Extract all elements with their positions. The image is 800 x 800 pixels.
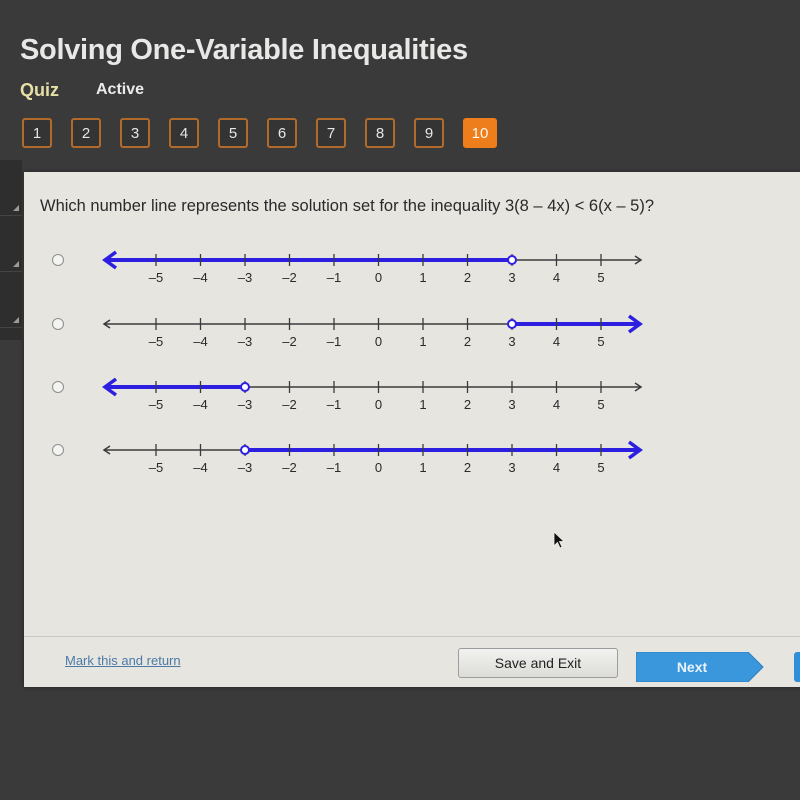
tick-label: 5 [597,334,604,349]
answer-radio[interactable] [52,444,64,456]
corner-triangle-icon [13,317,19,323]
tick-label: –2 [282,397,296,412]
endpoint-circle [507,255,517,265]
tick-label: 1 [419,334,426,349]
answer-option[interactable]: –5 –4 –3 –2 –1 0 1 2 3 4 5 [50,244,650,304]
tick-label: 1 [419,397,426,412]
tick-label: –2 [282,270,296,285]
number-line: –5 –4 –3 –2 –1 0 1 2 3 4 5 [102,440,643,475]
tick-label: –4 [193,334,207,349]
mode-label: Quiz [20,80,59,100]
tick-label: –3 [238,460,252,475]
tick-label: 4 [553,460,560,475]
question-nav-item[interactable]: 7 [316,118,346,148]
tick-label: 3 [508,397,515,412]
status-label: Active [96,81,145,98]
side-tab[interactable] [0,272,22,328]
tick-label: 2 [464,334,471,349]
tick-label: 4 [553,334,560,349]
endpoint-circle [507,319,517,329]
tick-label: 0 [375,270,382,285]
tick-label: –4 [193,460,207,475]
tick-label: –3 [238,334,252,349]
tick-label: –2 [282,334,296,349]
question-nav-item[interactable]: 5 [218,118,248,148]
tick-label: –5 [149,334,163,349]
tick-label: 4 [553,397,560,412]
tick-label: 2 [464,270,471,285]
tick-label: –5 [149,460,163,475]
endpoint-circle [240,445,250,455]
number-line: –5 –4 –3 –2 –1 0 1 2 3 4 5 [102,314,643,349]
question-nav-item[interactable]: 9 [414,118,444,148]
tick-label: –4 [193,397,207,412]
side-toolbar [0,160,22,340]
save-and-exit-button[interactable]: Save and Exit [458,648,618,678]
answer-option[interactable]: –5 –4 –3 –2 –1 0 1 2 3 4 5 [50,371,650,431]
tick-label: –2 [282,460,296,475]
tick-label: –5 [149,270,163,285]
tick-label: 2 [464,460,471,475]
question-nav: 1 2 3 4 5 6 7 8 9 10 [22,118,516,148]
mouse-cursor-icon [553,531,566,549]
answer-option[interactable]: –5 –4 –3 –2 –1 0 1 2 3 4 5 [50,434,650,494]
tick-label: –3 [238,397,252,412]
answer-radio[interactable] [52,318,64,330]
tick-label: 5 [597,270,604,285]
question-nav-item[interactable]: 4 [169,118,199,148]
tick-label: 5 [597,397,604,412]
question-nav-item[interactable]: 1 [22,118,52,148]
corner-triangle-icon [13,205,19,211]
tick-label: 3 [508,460,515,475]
tick-label: 0 [375,334,382,349]
tick-label: –4 [193,270,207,285]
tick-label: –3 [238,270,252,285]
question-nav-item[interactable]: 3 [120,118,150,148]
tick-label: 2 [464,397,471,412]
tick-label: –5 [149,397,163,412]
tick-label: 3 [508,334,515,349]
tick-label: 4 [553,270,560,285]
answer-radio[interactable] [52,381,64,393]
question-nav-item[interactable]: 6 [267,118,297,148]
number-line: –5 –4 –3 –2 –1 0 1 2 3 4 5 [102,377,643,412]
tick-label: 1 [419,460,426,475]
tick-label: –1 [327,270,341,285]
page-title: Solving One-Variable Inequalities [20,34,468,66]
tick-label: 0 [375,397,382,412]
corner-triangle-icon [13,261,19,267]
number-line: –5 –4 –3 –2 –1 0 1 2 3 4 5 [102,250,643,285]
tick-label: 1 [419,270,426,285]
side-tab[interactable] [0,160,22,216]
answer-radio[interactable] [52,254,64,266]
tick-label: –1 [327,334,341,349]
tick-label: 3 [508,270,515,285]
question-nav-item[interactable]: 2 [71,118,101,148]
next-button-label: Next [676,659,708,675]
question-text: Which number line represents the solutio… [40,197,655,215]
tick-label: 5 [597,460,604,475]
endpoint-circle [240,382,250,392]
answer-option[interactable]: –5 –4 –3 –2 –1 0 1 2 3 4 5 [50,308,650,368]
side-tab[interactable] [0,216,22,272]
tick-label: 0 [375,460,382,475]
partial-button[interactable] [794,652,800,682]
question-nav-item[interactable]: 8 [365,118,395,148]
question-panel: Which number line represents the solutio… [24,172,800,687]
tick-label: –1 [327,460,341,475]
next-button[interactable]: Next [636,652,764,682]
question-nav-item[interactable]: 10 [463,118,497,148]
tick-label: –1 [327,397,341,412]
mark-and-return-link[interactable]: Mark this and return [65,653,181,668]
footer-divider [24,636,800,637]
